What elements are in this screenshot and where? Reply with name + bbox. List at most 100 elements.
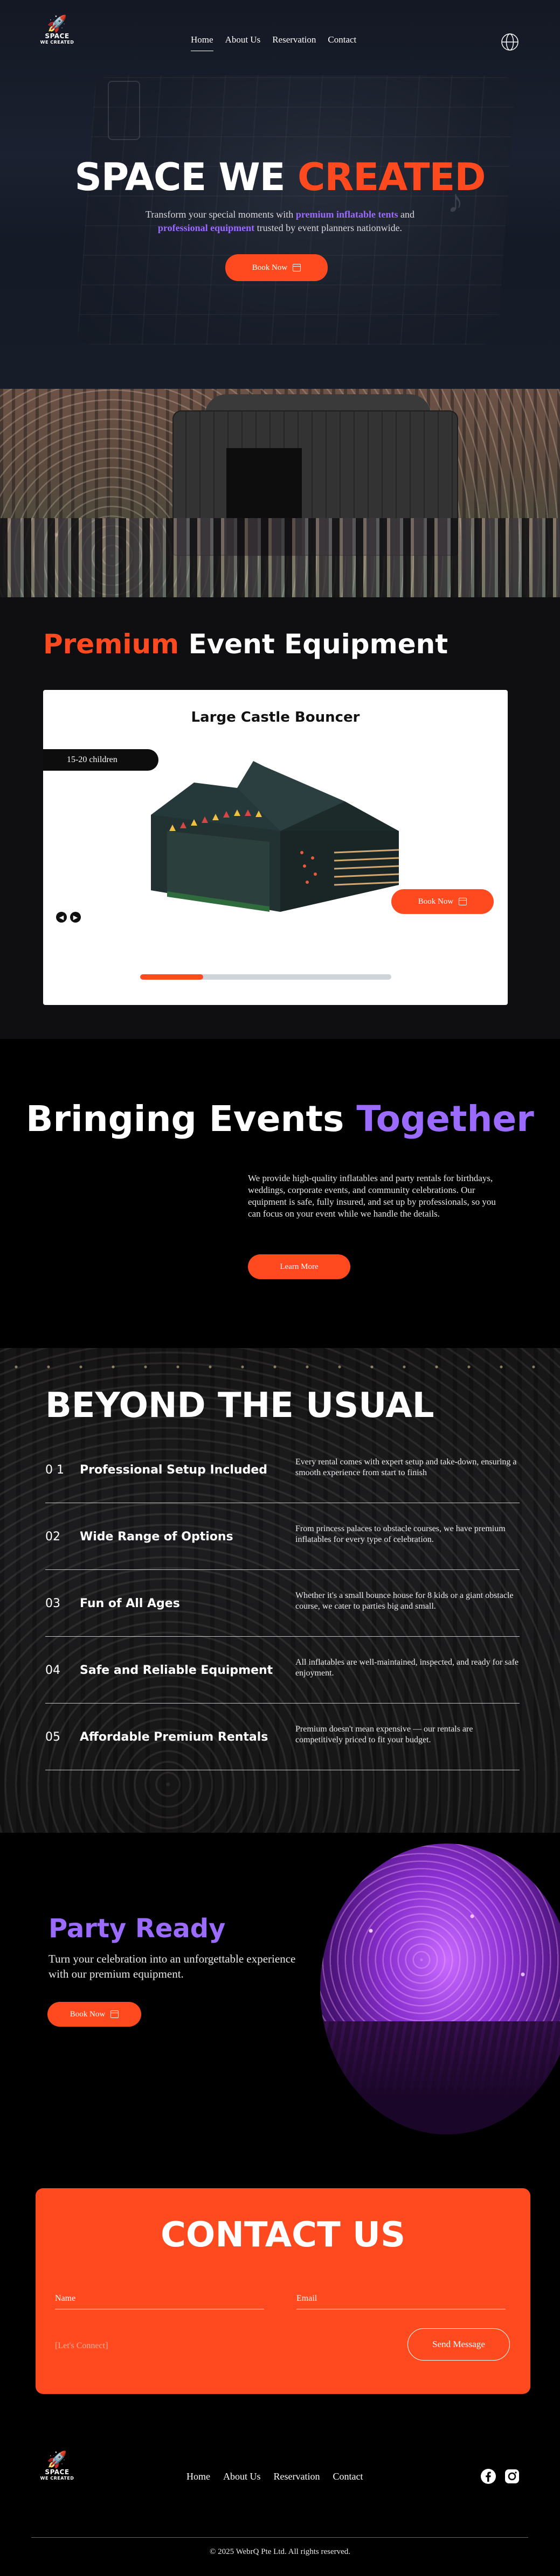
top-nav: 🚀 SPACE WE CREATED Home About Us Reserva…	[0, 16, 560, 65]
party-text: Turn your celebration into an unforgetta…	[49, 1952, 296, 1980]
carousel-progress[interactable]	[140, 974, 391, 980]
party-section: Party Ready Turn your celebration into a…	[0, 1833, 560, 2167]
product-card[interactable]: Large Castle Bouncer 15-20 children Book…	[43, 690, 508, 1005]
learn-more-button[interactable]: Learn More	[248, 1254, 350, 1279]
rocket-icon: 🚀	[47, 15, 67, 33]
footer-link-reservation[interactable]: Reservation	[274, 2471, 320, 2482]
footer-divider	[31, 2537, 528, 2538]
features-title: BEYOND THE USUAL	[45, 1386, 434, 1426]
feature-description: All inflatables are well-maintained, ins…	[295, 1658, 519, 1678]
party-title: Party Ready	[49, 1914, 226, 1944]
hero-title: SPACE WE CREATED	[0, 155, 560, 199]
contact-form: CONTACT US Name Email [Let's Connect] Se…	[36, 2188, 530, 2394]
feature-row: 0 1 Professional Setup Included Every re…	[45, 1436, 520, 1503]
brand-line2: WE CREATED	[40, 40, 74, 45]
premium-equipment-section: Premium Event Equipment Large Castle Bou…	[0, 597, 560, 1039]
feature-label: Safe and Reliable Equipment	[80, 1664, 273, 1677]
footer-brand-line2: WE CREATED	[40, 2476, 74, 2481]
facebook-icon[interactable]	[480, 2468, 497, 2485]
hero-section: ♪ 🚀 SPACE WE CREATED Home About Us Reser…	[0, 0, 560, 389]
feature-row: 04 Safe and Reliable Equipment All infla…	[45, 1637, 520, 1704]
feature-description: From princess palaces to obstacle course…	[295, 1524, 506, 1544]
footer-link-about[interactable]: About Us	[223, 2471, 261, 2482]
about-title: Bringing Events Together	[0, 1098, 560, 1140]
hero-book-now-button[interactable]: Book Now	[225, 254, 328, 281]
party-book-now-button[interactable]: Book Now	[47, 2002, 141, 2027]
card-book-now-button[interactable]: Book Now	[391, 889, 494, 914]
instagram-icon[interactable]	[503, 2468, 521, 2485]
hero-subtitle: Transform your special moments with prem…	[108, 208, 452, 235]
hero-highlight-equipment: professional equipment	[157, 222, 255, 233]
about-title-white: Bringing Events	[26, 1098, 357, 1140]
hero-title-accent: CREATED	[297, 155, 486, 199]
event-photo-banner	[0, 389, 560, 597]
rocket-icon: 🚀	[47, 2451, 67, 2469]
hero-book-now-label: Book Now	[252, 263, 288, 272]
nav-about[interactable]: About Us	[225, 34, 261, 51]
premium-title: Premium Event Equipment	[43, 629, 448, 660]
product-title: Large Castle Bouncer	[191, 709, 360, 725]
castle-bouncer-image	[151, 761, 399, 912]
hero-subtitle-pre: Transform your special moments with	[146, 209, 296, 220]
arrow-right-icon[interactable]: ▶	[70, 912, 81, 923]
party-fireworks-image	[320, 1844, 560, 2134]
footer-links: Home About Us Reservation Contact	[186, 2471, 363, 2482]
carousel-arrows: ◀ ▶	[56, 912, 81, 923]
feature-row: 05 Affordable Premium Rentals Premium do…	[45, 1704, 520, 1770]
premium-title-accent: Premium	[43, 629, 179, 660]
brand-logo[interactable]: 🚀 SPACE WE CREATED	[40, 16, 74, 45]
feature-number: 0 1	[45, 1463, 64, 1477]
feature-number: 03	[45, 1597, 60, 1610]
feature-label: Affordable Premium Rentals	[80, 1730, 268, 1744]
brand-line1: SPACE	[45, 32, 70, 40]
feature-number: 05	[45, 1730, 60, 1744]
calendar-icon	[293, 264, 301, 271]
name-field[interactable]: Name	[55, 2294, 264, 2309]
feature-description: Every rental comes with expert setup and…	[295, 1457, 517, 1477]
footer: 🚀 SPACE WE CREATED Home About Us Reserva…	[0, 2398, 560, 2576]
calendar-icon	[110, 2010, 119, 2018]
crowd-foreground	[0, 518, 560, 597]
feature-number: 02	[45, 1530, 60, 1544]
feature-label: Fun of All Ages	[80, 1597, 180, 1610]
nav-links: Home About Us Reservation Contact	[191, 34, 356, 51]
hero-subtitle-mid: and	[398, 209, 414, 220]
contact-section: CONTACT US Name Email [Let's Connect] Se…	[0, 2167, 560, 2398]
learn-more-label: Learn More	[280, 1262, 319, 1271]
send-message-button[interactable]: Send Message	[407, 2328, 510, 2361]
copyright: © 2025 WebrQ Pte Ltd. All rights reserve…	[209, 2547, 351, 2556]
calendar-icon	[459, 898, 467, 905]
globe-icon[interactable]	[500, 32, 520, 52]
nav-home[interactable]: Home	[191, 34, 213, 51]
premium-title-rest: Event Equipment	[179, 629, 448, 660]
carousel-progress-fill	[140, 974, 203, 980]
email-field[interactable]: Email	[296, 2294, 506, 2309]
hero-title-white: SPACE WE	[74, 155, 298, 199]
footer-brand-line1: SPACE	[45, 2468, 70, 2476]
arrow-left-icon[interactable]: ◀	[56, 912, 67, 923]
footer-link-contact[interactable]: Contact	[333, 2471, 363, 2482]
feature-row: 03 Fun of All Ages Whether it's a small …	[45, 1570, 520, 1637]
contact-title: CONTACT US	[160, 2215, 406, 2255]
features-section: BEYOND THE USUAL 0 1 Professional Setup …	[0, 1348, 560, 1833]
feature-row: 02 Wide Range of Options From princess p…	[45, 1503, 520, 1570]
hero-background-logo	[108, 81, 140, 140]
social-links	[480, 2468, 521, 2485]
about-text: We provide high-quality inflatables and …	[248, 1173, 496, 1219]
party-book-now-label: Book Now	[70, 2009, 106, 2019]
feature-label: Wide Range of Options	[80, 1530, 233, 1544]
feature-description: Whether it's a small bounce house for 8 …	[295, 1591, 514, 1611]
string-lights	[0, 1359, 560, 1375]
feature-number: 04	[45, 1664, 60, 1677]
footer-link-home[interactable]: Home	[186, 2471, 210, 2482]
hero-subtitle-post: trusted by event planners nationwide.	[254, 222, 403, 233]
hero-highlight-tents: premium inflatable tents	[295, 209, 398, 220]
message-field[interactable]: [Let's Connect]	[55, 2341, 264, 2356]
about-section: Bringing Events Together We provide high…	[0, 1039, 560, 1348]
nav-reservation[interactable]: Reservation	[272, 34, 316, 51]
footer-brand-logo[interactable]: 🚀 SPACE WE CREATED	[40, 2452, 74, 2481]
card-book-now-label: Book Now	[418, 897, 454, 906]
nav-contact[interactable]: Contact	[328, 34, 356, 51]
feature-description: Premium doesn't mean expensive — our ren…	[295, 1725, 473, 1744]
about-title-purple: Together	[356, 1098, 534, 1140]
